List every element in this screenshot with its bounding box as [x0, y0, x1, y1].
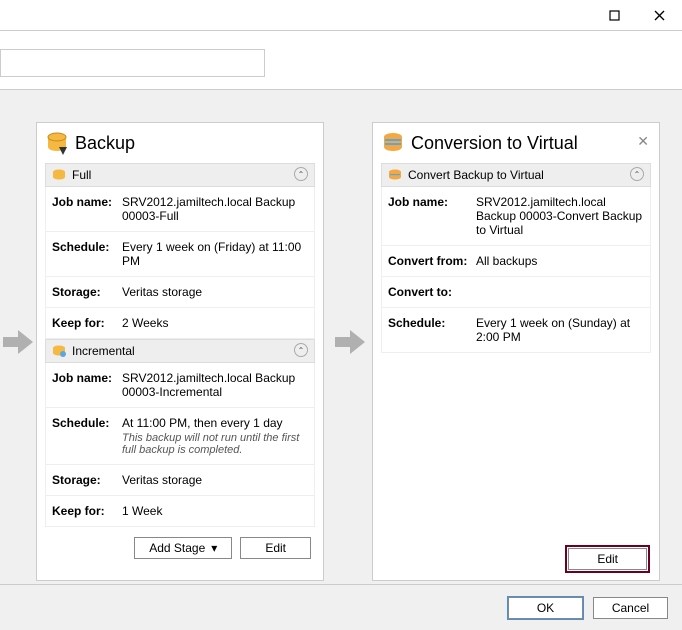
conv-to-row: Convert to: — [381, 277, 651, 308]
full-schedule-value: Every 1 week on (Friday) at 11:00 PM — [122, 240, 308, 268]
conv-from-row: Convert from: All backups — [381, 246, 651, 277]
conversion-edit-button[interactable]: Edit — [568, 548, 647, 570]
incr-schedule-label: Schedule: — [52, 416, 122, 456]
dropdown-caret-icon: ▾ — [211, 541, 217, 555]
incremental-section-header[interactable]: Incremental ⌃ — [45, 339, 315, 363]
conv-to-value — [476, 285, 644, 299]
arrow-right-icon — [335, 330, 365, 354]
incr-keep-label: Keep for: — [52, 504, 122, 518]
conv-job-row: Job name: SRV2012.jamiltech.local Backup… — [381, 187, 651, 246]
backup-panel-title: Backup — [45, 131, 315, 155]
collapse-icon[interactable]: ⌃ — [630, 167, 644, 181]
close-icon — [654, 10, 665, 21]
backup-icon — [45, 131, 69, 155]
full-storage-label: Storage: — [52, 285, 122, 299]
conv-schedule-value: Every 1 week on (Sunday) at 2:00 PM — [476, 316, 644, 344]
maximize-icon — [609, 10, 620, 21]
backup-button-row: Add Stage ▾ Edit — [45, 537, 315, 559]
full-schedule-label: Schedule: — [52, 240, 122, 268]
conv-to-label: Convert to: — [388, 285, 476, 299]
conversion-close-button[interactable]: ✕ — [637, 133, 649, 150]
conv-from-label: Convert from: — [388, 254, 476, 268]
incr-schedule-row: Schedule: At 11:00 PM, then every 1 day … — [45, 408, 315, 465]
toolbar-strip — [0, 30, 682, 90]
conversion-button-row: Edit — [568, 548, 651, 570]
dialog-footer: OK Cancel — [0, 584, 682, 630]
ok-button[interactable]: OK — [508, 597, 583, 619]
conv-job-label: Job name: — [388, 195, 476, 237]
backup-edit-button[interactable]: Edit — [240, 537, 311, 559]
incr-storage-label: Storage: — [52, 473, 122, 487]
full-job-value: SRV2012.jamiltech.local Backup 00003-Ful… — [122, 195, 308, 223]
incr-job-label: Job name: — [52, 371, 122, 399]
convert-header-text: Convert Backup to Virtual — [408, 168, 544, 182]
incremental-icon — [52, 344, 66, 358]
full-keep-label: Keep for: — [52, 316, 122, 330]
convert-icon — [388, 168, 402, 182]
conv-job-value: SRV2012.jamiltech.local Backup 00003-Con… — [476, 195, 644, 237]
cancel-button[interactable]: Cancel — [593, 597, 668, 619]
add-stage-label: Add Stage — [149, 541, 205, 555]
incr-schedule-text: At 11:00 PM, then every 1 day — [122, 416, 308, 430]
incr-job-value: SRV2012.jamiltech.local Backup 00003-Inc… — [122, 371, 308, 399]
conv-schedule-label: Schedule: — [388, 316, 476, 344]
backup-panel: Backup Full ⌃ Job name: SRV2012.jamiltec… — [36, 122, 324, 581]
full-storage-value: Veritas storage — [122, 285, 308, 299]
conversion-panel: Conversion to Virtual ✕ Convert Backup t… — [372, 122, 660, 581]
convert-section-header[interactable]: Convert Backup to Virtual ⌃ — [381, 163, 651, 187]
full-job-label: Job name: — [52, 195, 122, 223]
conv-schedule-row: Schedule: Every 1 week on (Sunday) at 2:… — [381, 308, 651, 353]
title-bar — [0, 0, 682, 30]
conv-from-value: All backups — [476, 254, 644, 268]
backup-title-text: Backup — [75, 133, 135, 154]
conversion-icon — [381, 131, 405, 155]
toolbar-input[interactable] — [0, 49, 265, 77]
incr-keep-value: 1 Week — [122, 504, 308, 518]
full-schedule-row: Schedule: Every 1 week on (Friday) at 11… — [45, 232, 315, 277]
full-storage-row: Storage: Veritas storage — [45, 277, 315, 308]
conversion-title-text: Conversion to Virtual — [411, 133, 578, 154]
incr-job-row: Job name: SRV2012.jamiltech.local Backup… — [45, 363, 315, 408]
arrow-right-icon — [3, 330, 33, 354]
full-section-header[interactable]: Full ⌃ — [45, 163, 315, 187]
incr-storage-value: Veritas storage — [122, 473, 308, 487]
incr-storage-row: Storage: Veritas storage — [45, 465, 315, 496]
incr-schedule-value: At 11:00 PM, then every 1 day This backu… — [122, 416, 308, 456]
collapse-icon[interactable]: ⌃ — [294, 167, 308, 181]
content-area: Backup Full ⌃ Job name: SRV2012.jamiltec… — [0, 90, 682, 584]
add-stage-button[interactable]: Add Stage ▾ — [134, 537, 232, 559]
full-keep-row: Keep for: 2 Weeks — [45, 308, 315, 339]
full-keep-value: 2 Weeks — [122, 316, 308, 330]
full-job-row: Job name: SRV2012.jamiltech.local Backup… — [45, 187, 315, 232]
incremental-header-text: Incremental — [72, 344, 135, 358]
maximize-button[interactable] — [592, 0, 637, 30]
close-window-button[interactable] — [637, 0, 682, 30]
full-icon — [52, 168, 66, 182]
full-header-text: Full — [72, 168, 91, 182]
incr-keep-row: Keep for: 1 Week — [45, 496, 315, 527]
incr-schedule-note: This backup will not run until the first… — [122, 432, 308, 456]
collapse-icon[interactable]: ⌃ — [294, 343, 308, 357]
conversion-panel-title: Conversion to Virtual — [381, 131, 651, 155]
